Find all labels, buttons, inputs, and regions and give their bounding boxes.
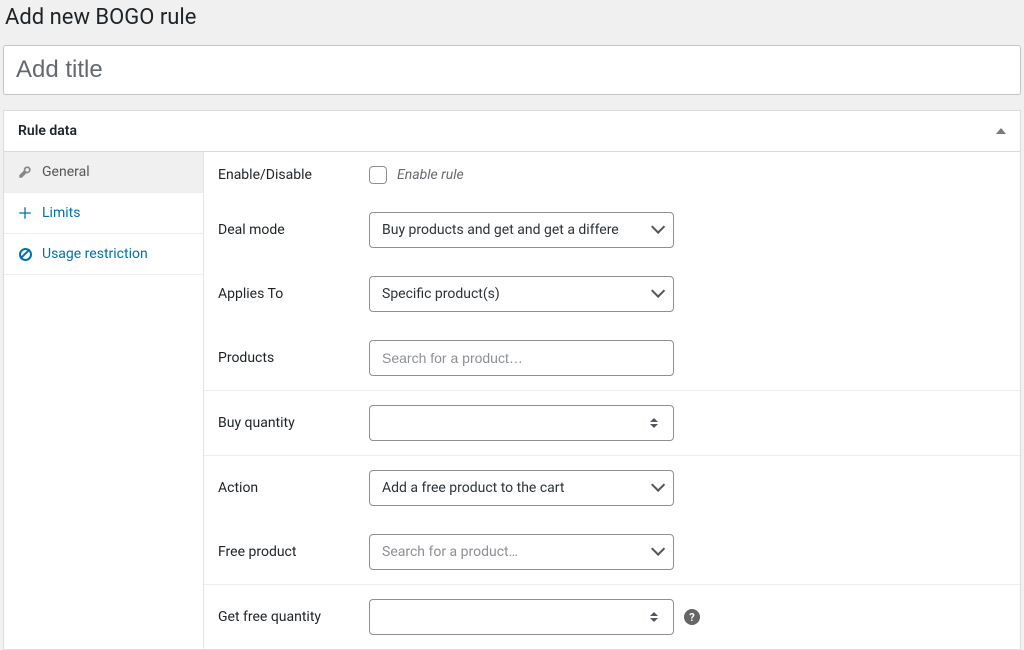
applies-to-value: Specific product(s) bbox=[382, 286, 651, 302]
action-select[interactable]: Add a free product to the cart bbox=[369, 470, 674, 506]
label-products: Products bbox=[204, 350, 369, 366]
tab-limits[interactable]: Limits bbox=[4, 193, 203, 234]
products-input[interactable] bbox=[382, 350, 661, 366]
help-icon[interactable]: ? bbox=[684, 609, 700, 625]
page-title: Add new BOGO rule bbox=[5, 5, 1019, 30]
stepper-down-icon bbox=[650, 424, 658, 428]
row-applies-to: Applies To Specific product(s) bbox=[204, 262, 1020, 326]
action-value: Add a free product to the cart bbox=[382, 480, 651, 496]
stepper-down-icon bbox=[650, 618, 658, 622]
row-get-free-quantity: Get free quantity ? bbox=[204, 585, 1020, 649]
label-applies-to: Applies To bbox=[204, 286, 369, 302]
free-product-placeholder: Search for a product… bbox=[382, 544, 651, 560]
buy-quantity-input-wrap bbox=[369, 405, 674, 441]
get-free-quantity-input-wrap bbox=[369, 599, 674, 635]
rule-data-metabox: Rule data General Limits Usage restric bbox=[3, 110, 1021, 650]
enable-checkbox-wrap: Enable rule bbox=[369, 166, 464, 184]
label-free-product: Free product bbox=[204, 544, 369, 560]
applies-to-select[interactable]: Specific product(s) bbox=[369, 276, 674, 312]
tab-limits-label: Limits bbox=[42, 205, 80, 221]
products-input-wrap bbox=[369, 340, 674, 376]
chevron-down-icon bbox=[651, 480, 661, 496]
tab-general-label: General bbox=[42, 164, 90, 180]
tab-usage-restriction-label: Usage restriction bbox=[42, 246, 148, 262]
label-deal-mode: Deal mode bbox=[204, 222, 369, 238]
label-buy-quantity: Buy quantity bbox=[204, 415, 369, 431]
form-area: Enable/Disable Enable rule Deal mode Buy… bbox=[204, 152, 1020, 649]
row-deal-mode: Deal mode Buy products and get and get a… bbox=[204, 198, 1020, 262]
quantity-stepper[interactable] bbox=[650, 413, 662, 433]
title-input-wrap bbox=[0, 45, 1024, 110]
chevron-down-icon bbox=[651, 222, 661, 238]
row-action: Action Add a free product to the cart bbox=[204, 456, 1020, 520]
section-get-free-quantity: Get free quantity ? bbox=[204, 585, 1020, 649]
collapse-icon bbox=[996, 128, 1006, 134]
row-free-product: Free product Search for a product… bbox=[204, 520, 1020, 584]
tab-general[interactable]: General bbox=[4, 152, 203, 193]
section-basic: Enable/Disable Enable rule Deal mode Buy… bbox=[204, 152, 1020, 391]
restriction-icon bbox=[18, 247, 32, 261]
limits-icon bbox=[18, 206, 32, 220]
deal-mode-value: Buy products and get and get a differe bbox=[382, 222, 651, 238]
get-free-quantity-input[interactable] bbox=[382, 609, 650, 625]
label-get-free-quantity: Get free quantity bbox=[204, 609, 369, 625]
section-buy-quantity: Buy quantity bbox=[204, 391, 1020, 456]
stepper-up-icon bbox=[650, 612, 658, 616]
row-enable: Enable/Disable Enable rule bbox=[204, 152, 1020, 198]
stepper-up-icon bbox=[650, 418, 658, 422]
section-action: Action Add a free product to the cart Fr… bbox=[204, 456, 1020, 585]
wrench-icon bbox=[18, 165, 32, 179]
metabox-title: Rule data bbox=[18, 123, 77, 139]
enable-checkbox[interactable] bbox=[369, 166, 387, 184]
label-action: Action bbox=[204, 480, 369, 496]
quantity-stepper[interactable] bbox=[650, 607, 662, 627]
chevron-down-icon bbox=[651, 544, 661, 560]
enable-checkbox-label: Enable rule bbox=[397, 167, 464, 183]
deal-mode-select[interactable]: Buy products and get and get a differe bbox=[369, 212, 674, 248]
buy-quantity-input[interactable] bbox=[382, 415, 650, 431]
row-buy-quantity: Buy quantity bbox=[204, 391, 1020, 455]
title-input[interactable] bbox=[3, 45, 1021, 95]
chevron-down-icon bbox=[651, 286, 661, 302]
free-product-select[interactable]: Search for a product… bbox=[369, 534, 674, 570]
label-enable: Enable/Disable bbox=[204, 167, 369, 183]
page-header: Add new BOGO rule bbox=[0, 0, 1024, 45]
metabox-body: General Limits Usage restriction Enable/… bbox=[4, 152, 1020, 649]
tabs-sidebar: General Limits Usage restriction bbox=[4, 152, 204, 649]
tab-usage-restriction[interactable]: Usage restriction bbox=[4, 234, 203, 275]
row-products: Products bbox=[204, 326, 1020, 390]
metabox-header[interactable]: Rule data bbox=[4, 111, 1020, 152]
